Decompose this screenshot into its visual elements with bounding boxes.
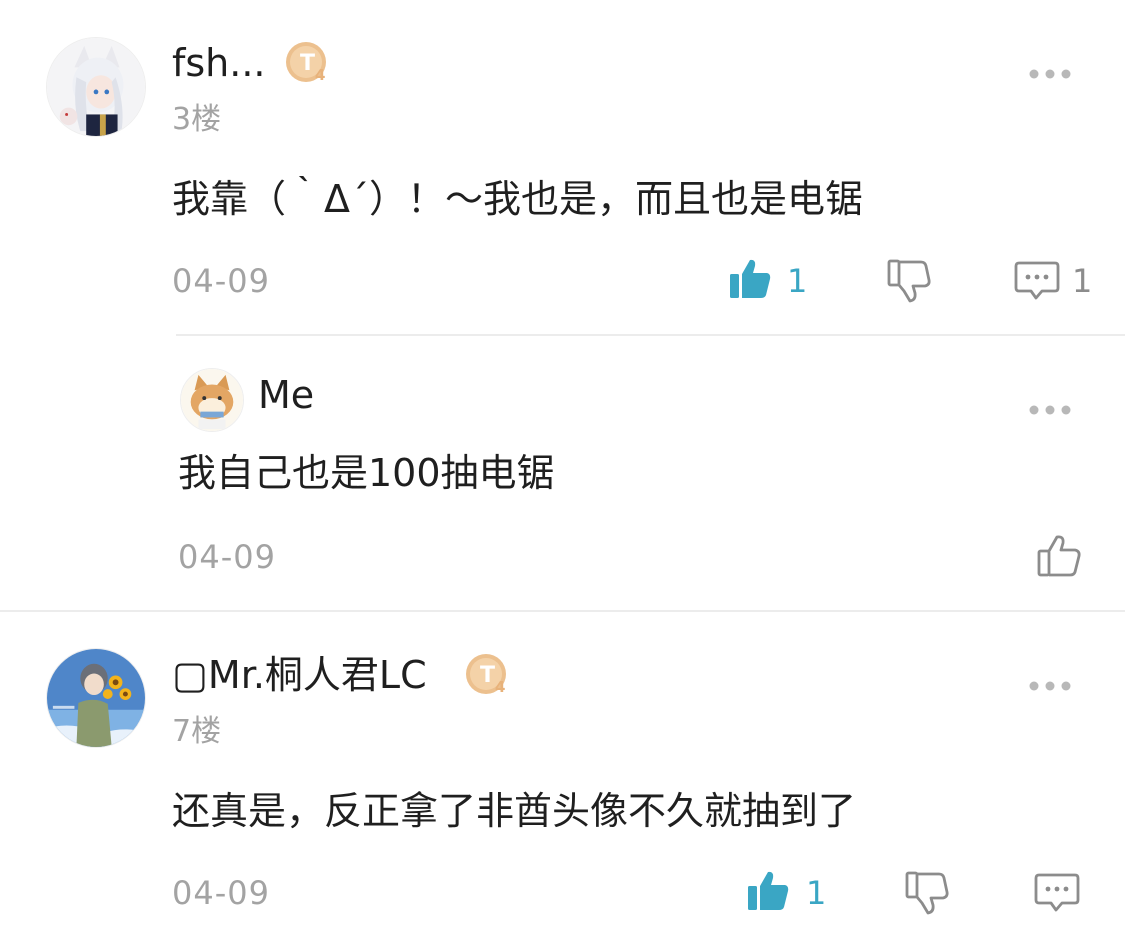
comment-text: 还真是，反正拿了非酋头像不久就抽到了 <box>172 789 857 833</box>
username[interactable]: Me <box>258 372 314 418</box>
avatar-sunflower-boy-image <box>47 649 145 747</box>
thumbs-down-icon[interactable] <box>904 870 950 916</box>
avatar-fox-girl-image <box>47 38 145 136</box>
thumbs-up-outline-icon[interactable] <box>1036 532 1082 578</box>
thumbs-up-icon[interactable] <box>746 868 790 912</box>
like-count: 1 <box>806 874 827 912</box>
avatar[interactable] <box>46 648 146 748</box>
reply-date: 04-09 <box>178 538 276 576</box>
reply-text: 我自己也是100抽电锯 <box>178 451 555 495</box>
thumbs-down-icon[interactable] <box>886 258 932 304</box>
more-dots-icon[interactable] <box>1028 68 1072 80</box>
floor-number: 7楼 <box>172 714 222 749</box>
username[interactable]: ▢Mr.桐人君LC <box>172 652 427 698</box>
like-count: 1 <box>787 262 808 300</box>
badge-letter: T <box>300 51 315 76</box>
comment-text: 我靠（｀Δ´）！～我也是，而且也是电锯 <box>172 177 863 221</box>
more-dots-icon[interactable] <box>1028 680 1072 692</box>
level-badge-icon: T 4 <box>284 40 330 86</box>
reply-count: 1 <box>1072 262 1093 300</box>
thumbs-up-icon[interactable] <box>728 256 772 300</box>
badge-letter: T <box>480 663 495 688</box>
comment-bubble-icon[interactable] <box>1014 260 1060 302</box>
comment-bubble-icon[interactable] <box>1034 872 1080 914</box>
divider <box>0 610 1125 612</box>
floor-number: 3楼 <box>172 102 222 137</box>
comment-date: 04-09 <box>172 262 270 300</box>
divider <box>176 334 1125 336</box>
badge-level: 4 <box>315 66 325 84</box>
more-dots-icon[interactable] <box>1028 404 1072 416</box>
level-badge-icon: T 4 <box>464 652 510 698</box>
comment-date: 04-09 <box>172 874 270 912</box>
avatar-shiba-image <box>181 369 243 431</box>
avatar[interactable] <box>180 368 244 432</box>
badge-level: 4 <box>495 678 505 696</box>
username[interactable]: fsh... <box>172 40 266 86</box>
avatar[interactable] <box>46 37 146 137</box>
